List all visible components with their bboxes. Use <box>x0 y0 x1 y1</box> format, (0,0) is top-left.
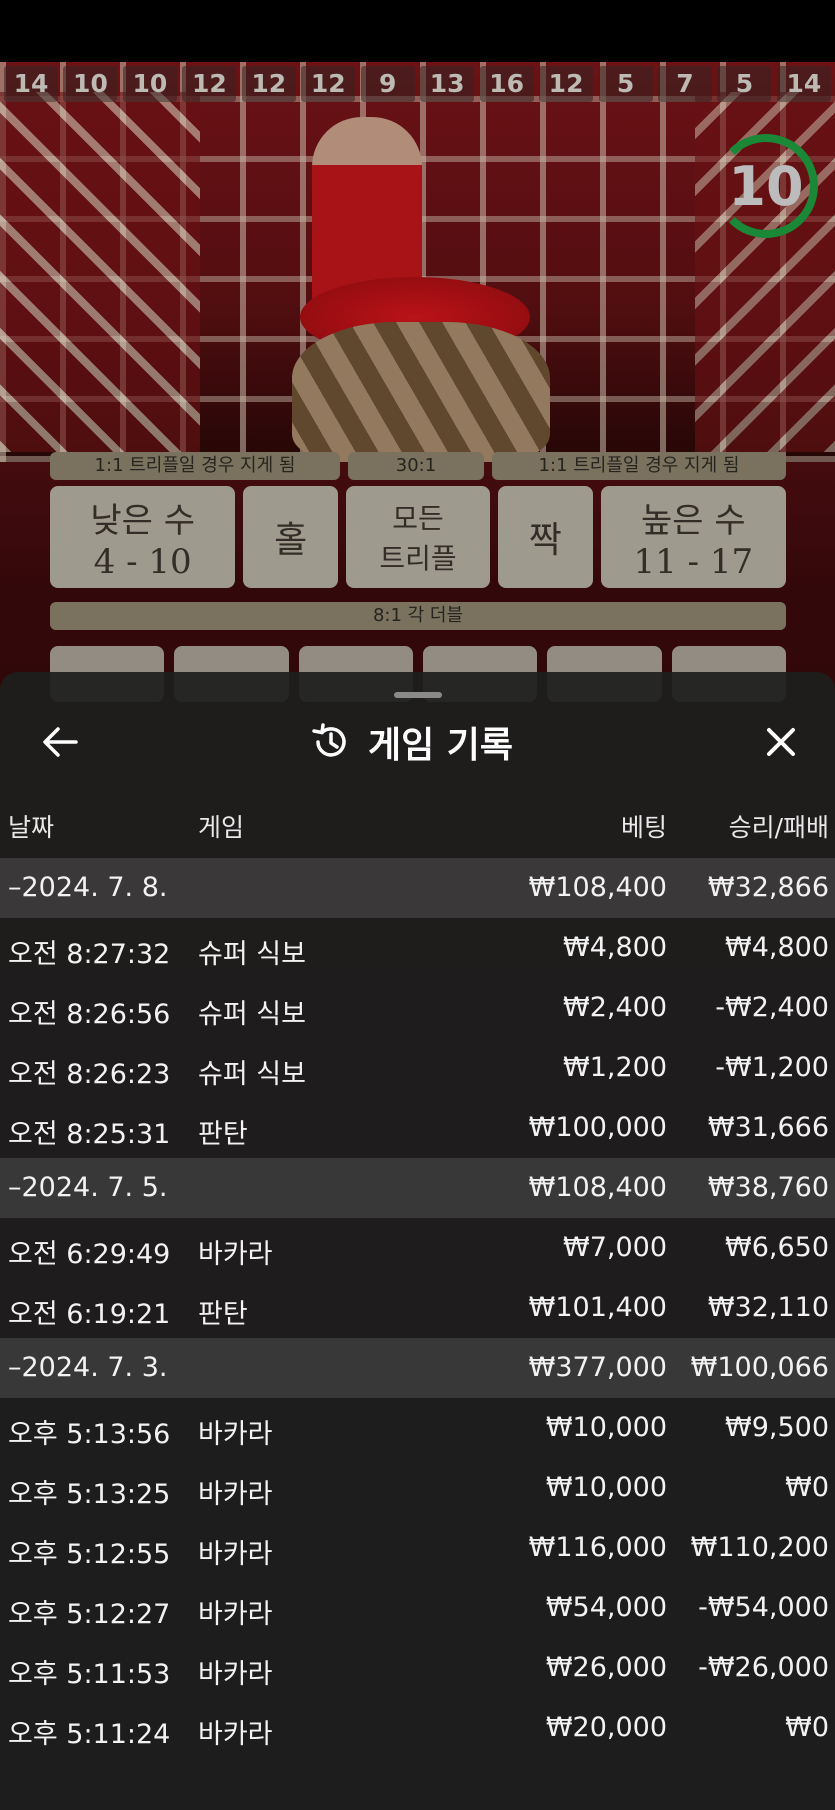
cell-date: –2024. 7. 8. <box>8 872 168 903</box>
cell-bet: ₩20,000 <box>545 1712 667 1743</box>
cell-date: 오후 5:11:24 <box>8 1719 171 1750</box>
table-row[interactable]: 오후 5:13:56 바카라 ₩10,000 ₩9,500 <box>0 1398 835 1458</box>
cell-bet: ₩108,400 <box>528 872 667 903</box>
cell-win-loss: -₩54,000 <box>698 1592 829 1623</box>
close-icon <box>767 728 795 756</box>
table-row[interactable]: 오후 5:11:53 바카라 ₩26,000 -₩26,000 <box>0 1638 835 1698</box>
cell-bet: ₩377,000 <box>528 1352 667 1383</box>
cell-bet: ₩7,000 <box>563 1232 667 1263</box>
cell-bet: ₩101,400 <box>528 1292 667 1323</box>
cell-date: 오전 8:25:31 <box>8 1119 171 1150</box>
cell-date: 오후 5:12:27 <box>8 1599 171 1630</box>
cell-game: 슈퍼 식보 <box>198 1059 306 1090</box>
table-row[interactable]: 오전 6:29:49 바카라 ₩7,000 ₩6,650 <box>0 1218 835 1278</box>
cell-bet: ₩4,800 <box>563 932 667 963</box>
table-row[interactable]: 오전 8:26:23 슈퍼 식보 ₩1,200 -₩1,200 <box>0 1038 835 1098</box>
table-row[interactable]: 오전 8:26:56 슈퍼 식보 ₩2,400 -₩2,400 <box>0 978 835 1038</box>
status-bar <box>0 0 835 62</box>
cell-bet: ₩10,000 <box>545 1412 667 1443</box>
cell-game: 바카라 <box>198 1539 273 1570</box>
cell-game: 바카라 <box>198 1719 273 1750</box>
table-row[interactable]: 오후 5:12:55 바카라 ₩116,000 ₩110,200 <box>0 1518 835 1578</box>
cell-date: –2024. 7. 5. <box>8 1172 168 1203</box>
game-history-sheet: 게임 기록 날짜 게임 베팅 승리/패배 –2024. 7. 8. ₩108,40… <box>0 672 835 1810</box>
cell-win-loss: ₩4,800 <box>725 932 829 963</box>
cell-bet: ₩26,000 <box>545 1652 667 1683</box>
cell-win-loss: ₩31,666 <box>707 1112 829 1143</box>
cell-date: 오후 5:13:25 <box>8 1479 171 1510</box>
cell-game: 바카라 <box>198 1599 273 1630</box>
cell-date: 오후 5:11:53 <box>8 1659 171 1690</box>
cell-win-loss: ₩110,200 <box>690 1532 829 1563</box>
cell-date: 오전 8:26:56 <box>8 999 171 1030</box>
history-icon <box>312 723 346 757</box>
cell-game: 바카라 <box>198 1419 273 1450</box>
cell-win-loss: ₩38,760 <box>707 1172 829 1203</box>
cell-date: 오전 6:19:21 <box>8 1299 171 1330</box>
cell-date: 오전 6:29:49 <box>8 1239 171 1270</box>
table-row[interactable]: 오후 5:13:25 바카라 ₩10,000 ₩0 <box>0 1458 835 1518</box>
back-button[interactable] <box>36 718 84 766</box>
cell-game: 슈퍼 식보 <box>198 939 306 970</box>
cell-win-loss: ₩32,110 <box>707 1292 829 1323</box>
cell-win-loss: ₩32,866 <box>707 872 829 903</box>
sheet-header: 게임 기록 <box>0 712 835 776</box>
history-table-body: –2024. 7. 8. ₩108,400 ₩32,866 오전 8:27:32 슈퍼 … <box>0 858 835 1758</box>
sheet-title: 게임 기록 <box>368 725 514 766</box>
cell-win-loss: ₩9,500 <box>725 1412 829 1443</box>
date-group-row: –2024. 7. 3. ₩377,000 ₩100,066 <box>0 1338 835 1398</box>
column-date: 날짜 <box>8 813 55 842</box>
table-row[interactable]: 오후 5:12:27 바카라 ₩54,000 -₩54,000 <box>0 1578 835 1638</box>
cell-game: 판탄 <box>198 1119 248 1150</box>
cell-game: 바카라 <box>198 1479 273 1510</box>
cell-bet: ₩54,000 <box>545 1592 667 1623</box>
cell-win-loss: ₩100,066 <box>690 1352 829 1383</box>
table-header: 날짜 게임 베팅 승리/패배 <box>0 800 835 844</box>
cell-win-loss: ₩0 <box>785 1712 829 1743</box>
cell-date: –2024. 7. 3. <box>8 1352 168 1383</box>
cell-game: 바카라 <box>198 1239 273 1270</box>
cell-date: 오후 5:12:55 <box>8 1539 171 1570</box>
column-game: 게임 <box>198 813 245 842</box>
table-row[interactable]: 오후 5:11:24 바카라 ₩20,000 ₩0 <box>0 1698 835 1758</box>
date-group-row: –2024. 7. 8. ₩108,400 ₩32,866 <box>0 858 835 918</box>
table-row[interactable]: 오전 8:27:32 슈퍼 식보 ₩4,800 ₩4,800 <box>0 918 835 978</box>
cell-date: 오후 5:13:56 <box>8 1419 171 1450</box>
close-button[interactable] <box>757 718 805 766</box>
column-win-loss: 승리/패배 <box>728 813 829 842</box>
cell-game: 바카라 <box>198 1659 273 1690</box>
cell-win-loss: ₩0 <box>785 1472 829 1503</box>
column-bet: 베팅 <box>620 813 667 842</box>
cell-game: 판탄 <box>198 1299 248 1330</box>
cell-win-loss: -₩1,200 <box>715 1052 829 1083</box>
date-group-row: –2024. 7. 5. ₩108,400 ₩38,760 <box>0 1158 835 1218</box>
cell-game: 슈퍼 식보 <box>198 999 306 1030</box>
table-row[interactable]: 오전 6:19:21 판탄 ₩101,400 ₩32,110 <box>0 1278 835 1338</box>
table-row[interactable]: 오전 8:25:31 판탄 ₩100,000 ₩31,666 <box>0 1098 835 1158</box>
cell-bet: ₩116,000 <box>528 1532 667 1563</box>
arrow-left-icon <box>43 727 78 757</box>
cell-bet: ₩1,200 <box>563 1052 667 1083</box>
drag-handle[interactable] <box>394 692 442 698</box>
cell-bet: ₩2,400 <box>563 992 667 1023</box>
cell-date: 오전 8:27:32 <box>8 939 171 970</box>
sheet-title-group: 게임 기록 <box>310 712 513 772</box>
cell-bet: ₩108,400 <box>528 1172 667 1203</box>
cell-bet: ₩10,000 <box>545 1472 667 1503</box>
cell-bet: ₩100,000 <box>528 1112 667 1143</box>
cell-win-loss: -₩26,000 <box>698 1652 829 1683</box>
cell-date: 오전 8:26:23 <box>8 1059 171 1090</box>
cell-win-loss: ₩6,650 <box>725 1232 829 1263</box>
cell-win-loss: -₩2,400 <box>715 992 829 1023</box>
